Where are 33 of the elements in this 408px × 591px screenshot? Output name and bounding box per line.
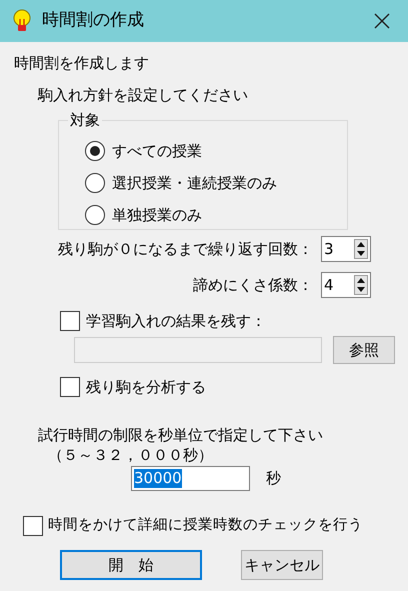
lightbulb-icon — [12, 9, 32, 33]
spin-arrows-icon[interactable] — [354, 275, 368, 295]
spin-arrows-icon[interactable] — [354, 239, 368, 259]
range-text: （５～３２，０００秒） — [48, 445, 214, 464]
unit-label: 秒 — [266, 468, 281, 490]
intro-text: 時間割を作成します — [14, 53, 150, 74]
spin-box[interactable]: 4 — [321, 272, 371, 298]
field-label: 諦めにくさ係数： — [193, 274, 313, 296]
radio-button[interactable] — [85, 173, 105, 193]
checkbox-label: 時間をかけて詳細に授業時数のチェックを行う — [48, 516, 363, 536]
checkbox-label: 学習駒入れの結果を残す： — [86, 310, 266, 332]
radio-label: すべての授業 — [112, 140, 202, 162]
radio-button[interactable] — [85, 205, 105, 225]
time-value: 30000 — [134, 469, 182, 488]
section-heading: 駒入れ方針を設定してください — [38, 85, 249, 106]
spin-value: 4 — [324, 274, 334, 296]
checkbox[interactable] — [60, 311, 80, 331]
spin-value: 3 — [324, 238, 334, 260]
cancel-button[interactable]: キャンセル — [241, 550, 323, 580]
field-label: 残り駒が０になるまで繰り返す回数： — [58, 238, 313, 260]
start-button[interactable]: 開 始 — [60, 550, 202, 580]
browse-button[interactable]: 参照 — [333, 336, 395, 364]
radio-label: 単独授業のみ — [112, 204, 202, 226]
time-field[interactable]: 30000 — [131, 466, 250, 491]
prompt-text: 試行時間の制限を秒単位で指定して下さい — [38, 425, 324, 444]
radio-label: 選択授業・連続授業のみ — [112, 172, 277, 194]
checkbox[interactable] — [60, 377, 80, 397]
checkbox-label: 残り駒を分析する — [86, 376, 206, 398]
spin-box[interactable]: 3 — [321, 236, 371, 262]
close-button[interactable] — [372, 11, 392, 31]
radio-button[interactable] — [85, 141, 105, 161]
window-title: 時間割の作成 — [42, 9, 144, 32]
checkbox[interactable] — [23, 516, 43, 536]
